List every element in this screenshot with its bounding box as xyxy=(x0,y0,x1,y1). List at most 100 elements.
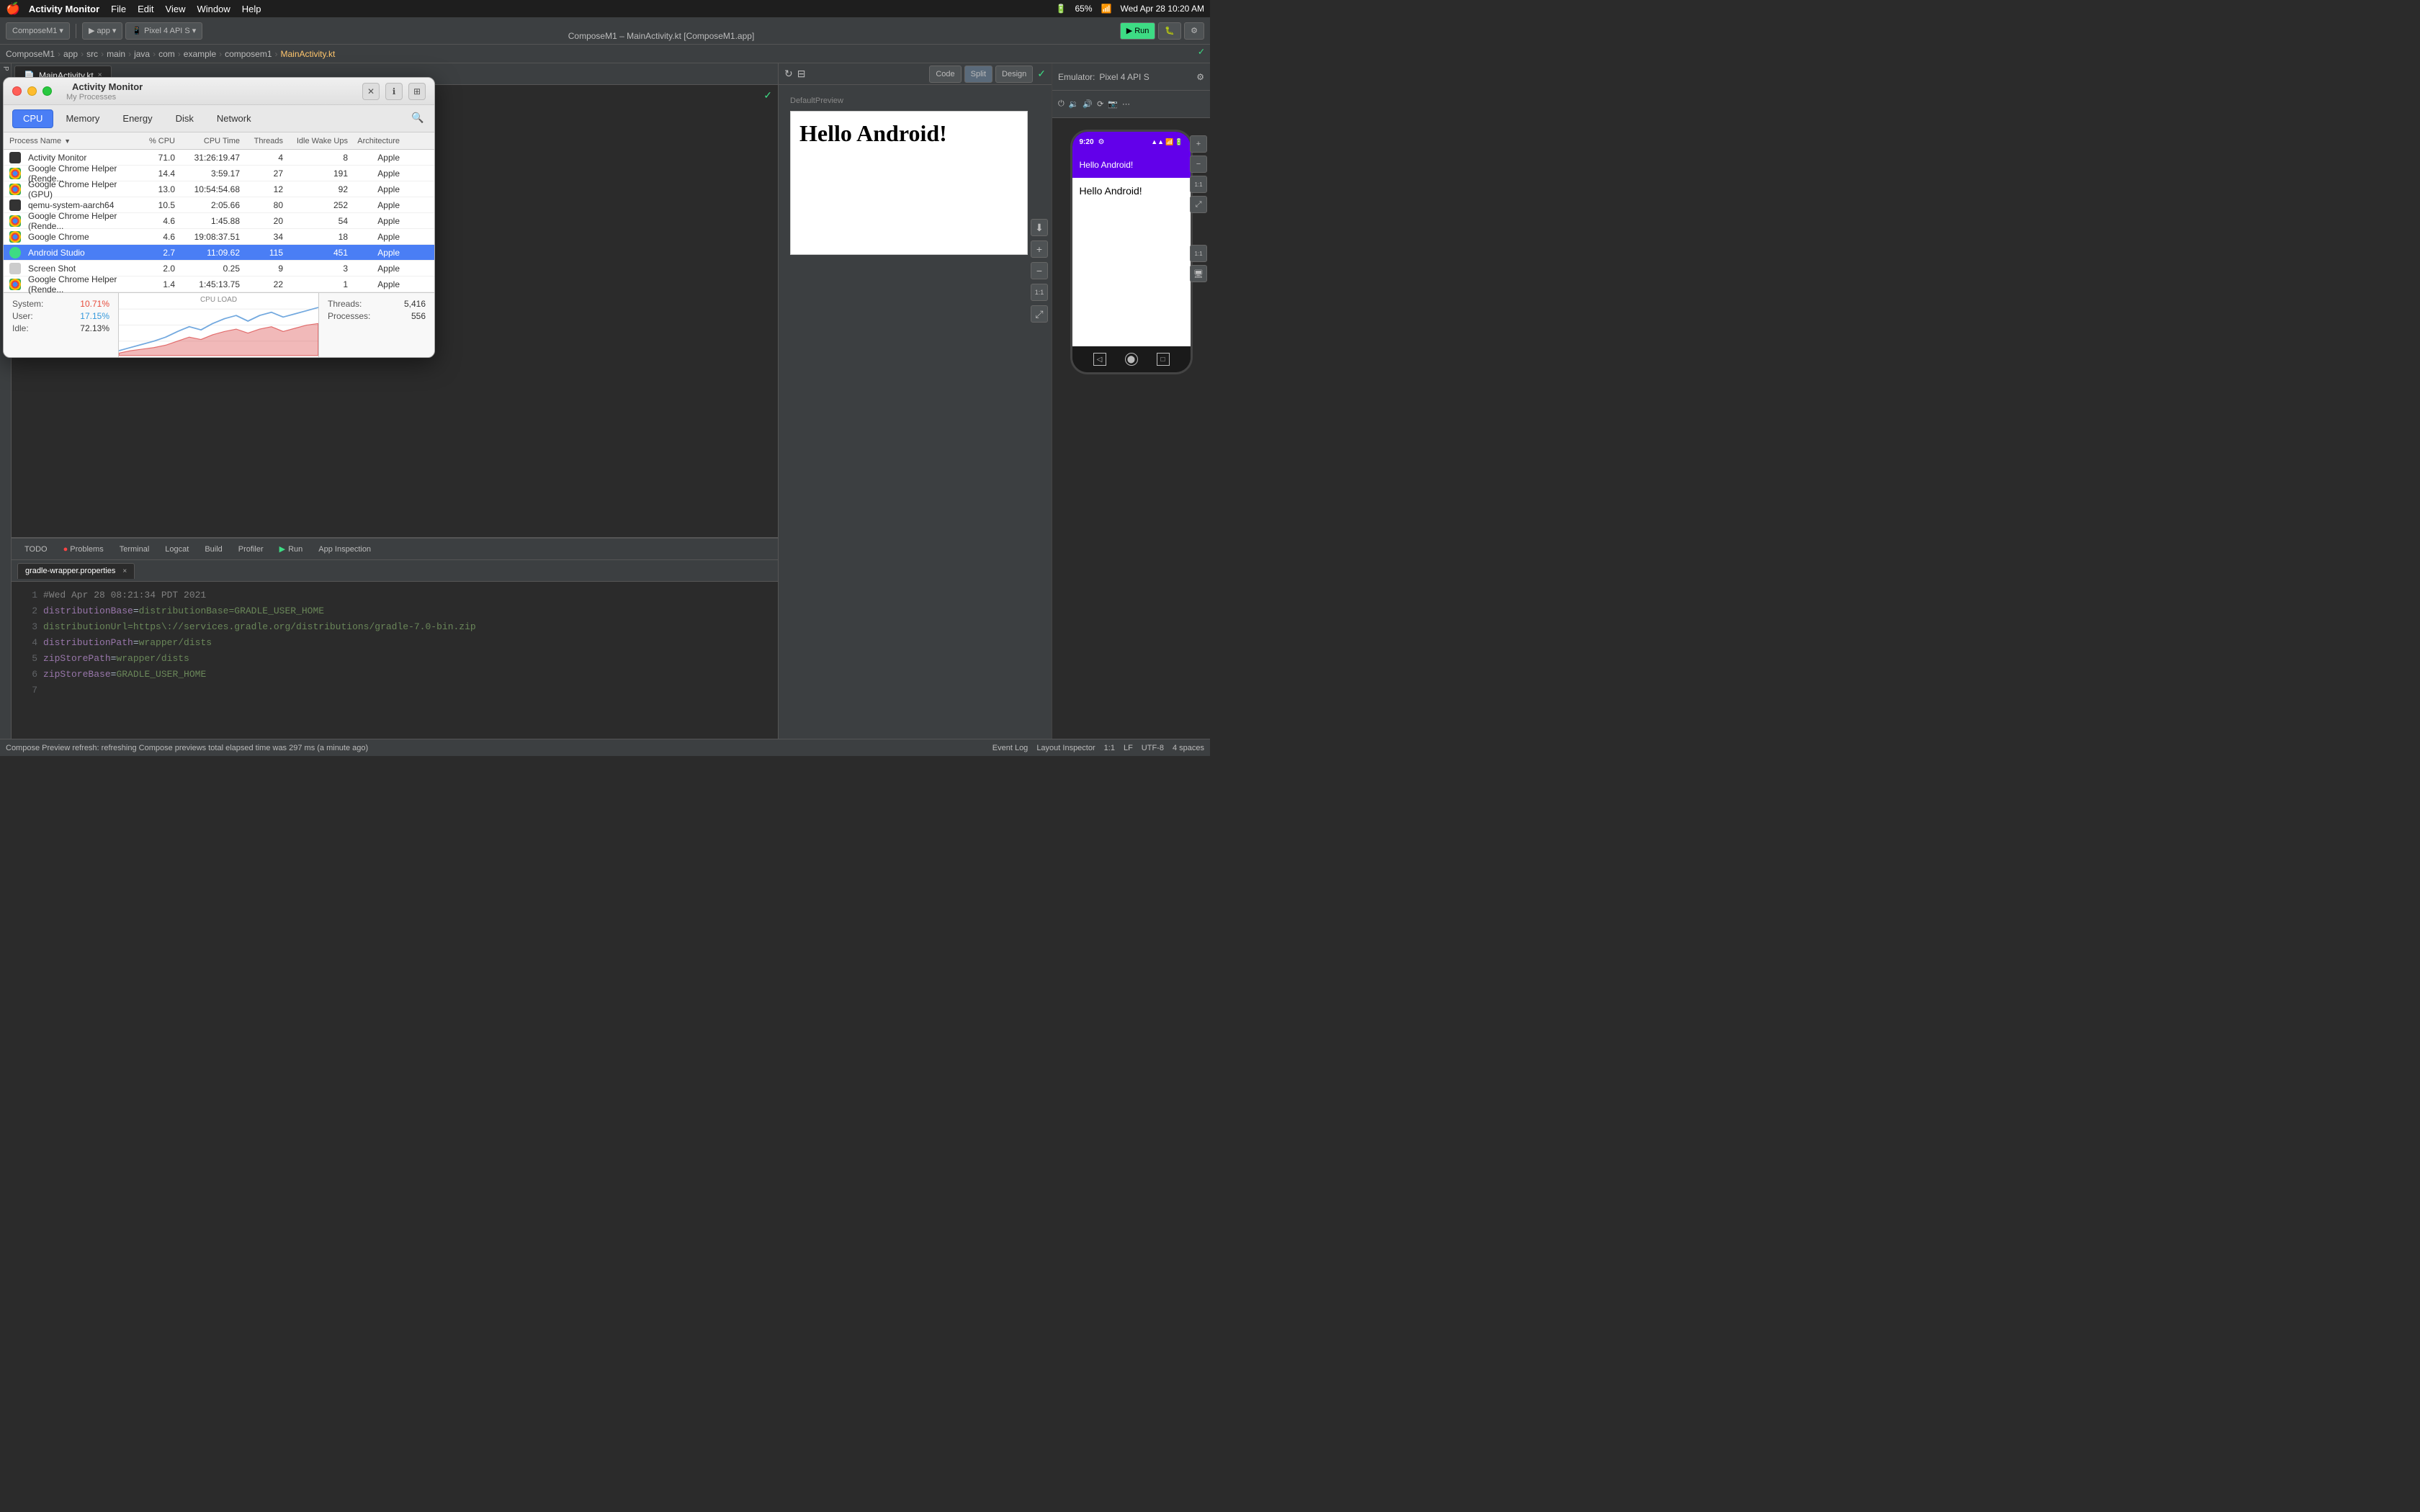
app-selector[interactable]: ▶ app ▾ xyxy=(82,22,122,40)
breadcrumb-java[interactable]: java xyxy=(134,49,150,59)
gradle-content[interactable]: 1 2 3 4 5 6 7 #Wed Apr 28 08:21:34 PDT 2… xyxy=(12,582,778,739)
menu-edit[interactable]: Edit xyxy=(138,4,153,14)
activity-monitor-window: Activity Monitor My Processes ✕ ℹ ⊞ CPU … xyxy=(3,77,435,358)
menu-file[interactable]: File xyxy=(111,4,126,14)
split-view-btn[interactable]: Split xyxy=(964,66,992,83)
emulator-zoom-out-btn[interactable]: − xyxy=(1190,156,1207,173)
tab-gradle-wrapper[interactable]: gradle-wrapper.properties × xyxy=(17,563,135,579)
volume-down-icon[interactable]: 🔉 xyxy=(1069,99,1079,109)
preview-zoom-out-btn[interactable]: − xyxy=(1031,262,1048,279)
menu-view[interactable]: View xyxy=(166,4,186,14)
col-threads[interactable]: Threads xyxy=(240,137,283,145)
volume-up-icon[interactable]: 🔊 xyxy=(1083,99,1093,109)
emulator-snap2-btn[interactable]: 1:1 xyxy=(1190,245,1207,262)
preview-panel: ↻ ⊟ Code Split Design ✓ DefaultPreview H… xyxy=(778,63,1052,739)
status-event-log[interactable]: Event Log xyxy=(992,744,1028,752)
phone-recent-btn[interactable]: □ xyxy=(1157,353,1170,366)
device-selector[interactable]: 📱 Pixel 4 API S ▾ xyxy=(125,22,202,40)
breadcrumb-src[interactable]: src xyxy=(86,49,98,59)
am-close-btn[interactable] xyxy=(12,86,22,96)
phone-icons: ▲▲ 📶 🔋 xyxy=(1151,138,1183,146)
run-button[interactable]: ▶ Run xyxy=(1120,22,1156,40)
breadcrumb-app[interactable]: app xyxy=(63,49,78,59)
phone-wifi-icon: 📶 xyxy=(1165,138,1173,146)
phone-signal-icon: ▲▲ xyxy=(1151,138,1164,146)
settings-button[interactable]: ⚙ xyxy=(1184,22,1204,40)
status-layout-inspector[interactable]: Layout Inspector xyxy=(1036,744,1095,752)
preview-fit-btn[interactable]: 1:1 xyxy=(1031,284,1048,301)
am-tabbar: CPU Memory Energy Disk Network 🔍 xyxy=(4,105,434,132)
am-maximize-btn[interactable] xyxy=(42,86,52,96)
menu-window[interactable]: Window xyxy=(197,4,230,14)
am-close-icon-btn[interactable]: ✕ xyxy=(362,83,380,100)
table-row[interactable]: Google Chrome Helper (Rende... 4.6 1:45.… xyxy=(4,213,434,229)
tab-build[interactable]: Build xyxy=(197,540,229,559)
stat-user-val: 17.15% xyxy=(80,311,109,321)
col-arch[interactable]: Architecture xyxy=(348,137,405,145)
breadcrumb-project[interactable]: ComposeM1 xyxy=(6,49,55,59)
am-search-btn[interactable]: 🔍 xyxy=(411,112,426,126)
am-tab-cpu[interactable]: CPU xyxy=(12,109,53,128)
breadcrumb-file[interactable]: MainActivity.kt xyxy=(281,49,336,59)
breadcrumb-main[interactable]: main xyxy=(107,49,125,59)
menu-help[interactable]: Help xyxy=(242,4,261,14)
tab-app-inspection[interactable]: App Inspection xyxy=(311,540,378,559)
table-row[interactable]: Android Studio 2.7 11:09.62 115 451 Appl… xyxy=(4,245,434,261)
am-tab-network[interactable]: Network xyxy=(206,109,262,128)
status-message: Compose Preview refresh: refreshing Comp… xyxy=(6,744,368,752)
breadcrumb-composem1[interactable]: composem1 xyxy=(225,49,272,59)
rotate-icon[interactable]: ⟳ xyxy=(1097,99,1103,109)
tab-run[interactable]: ▶Run xyxy=(272,540,310,559)
col-cpu-time[interactable]: CPU Time xyxy=(175,137,240,145)
code-view-btn[interactable]: Code xyxy=(929,66,961,83)
table-row[interactable]: Google Chrome 4.6 19:08:37.51 34 18 Appl… xyxy=(4,229,434,245)
col-idle[interactable]: Idle Wake Ups xyxy=(283,137,348,145)
table-row[interactable]: Google Chrome Helper (GPU) 13.0 10:54:54… xyxy=(4,181,434,197)
emulator-fit-btn[interactable]: 1:1 xyxy=(1190,176,1207,193)
emulator-layout-btn[interactable]: 🖥 xyxy=(1190,265,1207,282)
emulator-device-toolbar: ⏻ 🔉 🔊 ⟳ 📷 ⋯ xyxy=(1052,91,1210,118)
phone-home-btn[interactable]: ⬤ xyxy=(1125,353,1138,366)
screenshot-icon[interactable]: 📷 xyxy=(1108,99,1118,109)
power-icon[interactable]: ⏻ xyxy=(1058,99,1065,109)
row-name: Google Chrome xyxy=(9,231,132,243)
debug-button[interactable]: 🐛 xyxy=(1158,22,1181,40)
am-info-icon-btn[interactable]: ℹ xyxy=(385,83,403,100)
status-indent: 4 spaces xyxy=(1173,744,1204,752)
am-view-icon-btn[interactable]: ⊞ xyxy=(408,83,426,100)
am-minimize-btn[interactable] xyxy=(27,86,37,96)
emulator-zoom-in-btn[interactable]: + xyxy=(1190,135,1207,153)
am-process-table: Activity Monitor 71.0 31:26:19.47 4 8 Ap… xyxy=(4,150,434,292)
row-name: qemu-system-aarch64 xyxy=(9,199,132,211)
design-view-btn[interactable]: Design xyxy=(995,66,1033,83)
preview-fullscreen-btn[interactable]: ⤢ xyxy=(1031,305,1048,323)
breadcrumb-example[interactable]: example xyxy=(184,49,216,59)
status-bar: Compose Preview refresh: refreshing Comp… xyxy=(0,739,1210,756)
row-icon xyxy=(9,168,21,179)
col-process-name[interactable]: Process Name ▼ xyxy=(9,137,132,145)
refresh-icon[interactable]: ↻ xyxy=(784,68,793,80)
project-selector[interactable]: ComposeM1 ▾ xyxy=(6,22,70,40)
battery-icon: 🔋 xyxy=(1056,4,1067,14)
app-name: Activity Monitor xyxy=(29,4,99,14)
breadcrumb-com[interactable]: com xyxy=(158,49,175,59)
tab-todo[interactable]: TODO xyxy=(17,540,55,559)
phone-back-btn[interactable]: ◁ xyxy=(1093,353,1106,366)
more-icon[interactable]: ⋯ xyxy=(1122,99,1130,109)
preview-zoom-in-btn[interactable]: + xyxy=(1031,240,1048,258)
emulator-snap-btn[interactable]: ⤢ xyxy=(1190,196,1207,213)
split-icon[interactable]: ⊟ xyxy=(797,68,806,80)
preview-download-btn[interactable]: ⬇ xyxy=(1031,219,1048,236)
apple-menu[interactable]: 🍎 xyxy=(6,1,20,16)
tab-logcat[interactable]: Logcat xyxy=(158,540,196,559)
table-row[interactable]: Google Chrome Helper (Rende... 1.4 1:45:… xyxy=(4,276,434,292)
am-tab-memory[interactable]: Memory xyxy=(55,109,110,128)
tab-profiler[interactable]: Profiler xyxy=(231,540,271,559)
am-tab-disk[interactable]: Disk xyxy=(165,109,205,128)
tab-terminal[interactable]: Terminal xyxy=(112,540,157,559)
am-tab-energy[interactable]: Energy xyxy=(112,109,163,128)
col-cpu[interactable]: % CPU xyxy=(132,137,175,145)
sidebar-icon-project[interactable]: P xyxy=(1,66,9,71)
emulator-settings-btn[interactable]: ⚙ xyxy=(1196,72,1204,82)
tab-problems[interactable]: ●Problems xyxy=(56,540,111,559)
